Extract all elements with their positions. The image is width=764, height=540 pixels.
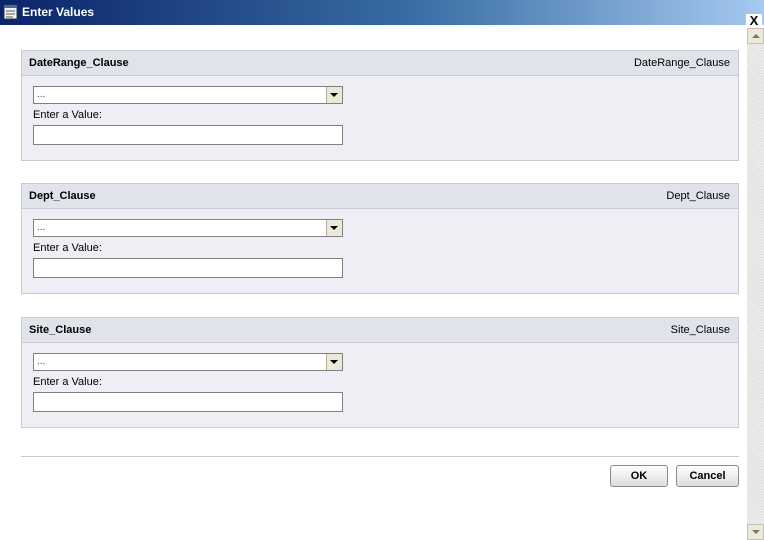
scroll-up-icon[interactable] (747, 28, 764, 44)
chevron-down-icon[interactable] (326, 354, 342, 370)
title-bar: Enter Values (0, 0, 764, 25)
operator-select-value: ... (37, 89, 46, 100)
value-label: Enter a Value: (33, 109, 102, 121)
panel-title: Dept_Clause (29, 190, 96, 202)
operator-select[interactable]: ... (33, 353, 343, 371)
dept-clause-panel: Dept_Clause Dept_Clause ... Enter a Valu… (21, 183, 739, 294)
window-title: Enter Values (22, 5, 95, 19)
value-label: Enter a Value: (33, 242, 102, 254)
vertical-scrollbar[interactable] (747, 28, 764, 540)
value-input[interactable] (33, 125, 343, 145)
footer-divider (21, 456, 739, 457)
panel-header: Site_Clause Site_Clause (22, 318, 738, 343)
panel-clause-label: DateRange_Clause (633, 57, 730, 69)
operator-select-value: ... (37, 222, 46, 233)
panel-header: DateRange_Clause DateRange_Clause (22, 51, 738, 76)
daterange-clause-panel: DateRange_Clause DateRange_Clause ... En… (21, 50, 739, 161)
value-label: Enter a Value: (33, 376, 102, 388)
panel-title: Site_Clause (29, 324, 92, 336)
site-clause-panel: Site_Clause Site_Clause ... Enter a Valu… (21, 317, 739, 428)
close-icon[interactable]: X (746, 14, 762, 28)
scroll-down-icon[interactable] (747, 524, 764, 540)
window-icon (3, 4, 19, 20)
panel-title: DateRange_Clause (29, 57, 129, 69)
value-input[interactable] (33, 392, 343, 412)
chevron-down-icon[interactable] (326, 87, 342, 103)
panel-header: Dept_Clause Dept_Clause (22, 184, 738, 209)
operator-select-value: ... (37, 356, 46, 367)
cancel-button[interactable]: Cancel (676, 465, 739, 487)
value-input[interactable] (33, 258, 343, 278)
operator-select[interactable]: ... (33, 86, 343, 104)
operator-select[interactable]: ... (33, 219, 343, 237)
panel-clause-label: Site_Clause (670, 324, 730, 336)
panel-clause-label: Dept_Clause (666, 190, 730, 202)
ok-button[interactable]: OK (610, 465, 668, 487)
chevron-down-icon[interactable] (326, 220, 342, 236)
